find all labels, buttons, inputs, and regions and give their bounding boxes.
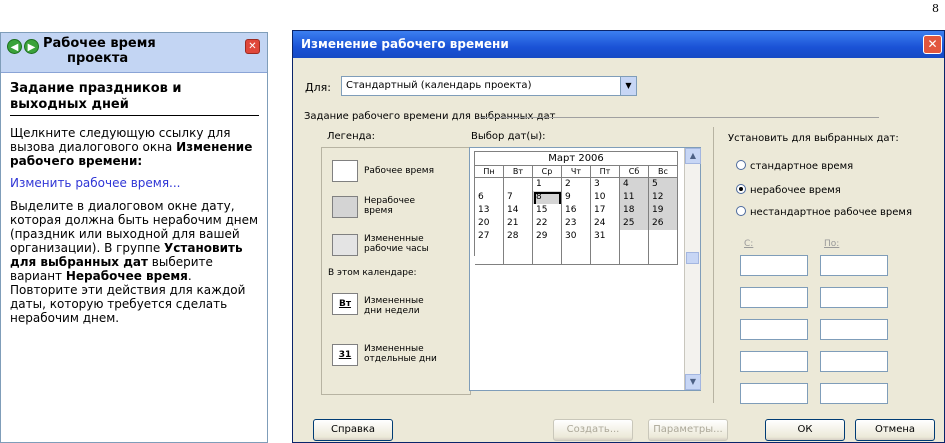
- calendar-empty-cell: [504, 243, 533, 265]
- weekday-header: Сб: [620, 165, 649, 178]
- radio-circle-selected[interactable]: [736, 184, 746, 194]
- weekday-header: Вт: [504, 165, 533, 178]
- to-time-field-1[interactable]: [820, 255, 888, 276]
- weekday-header: Пн: [475, 165, 504, 178]
- calendar-body: Март 2006 Пн Вт Ср Чт Пт Сб Вс 1 2 3 4 5 6 7 8 9 10 11 12 1…: [470, 148, 684, 390]
- radio-nonworking-time[interactable]: нерабочее время: [736, 184, 841, 196]
- radio-circle[interactable]: [736, 160, 746, 170]
- to-time-field-5[interactable]: [820, 383, 888, 404]
- from-time-field-4[interactable]: [740, 351, 808, 372]
- section-heading: Задание праздников и выходных дней: [10, 81, 259, 116]
- nondefault-hours-swatch: [332, 234, 358, 256]
- to-time-field-4[interactable]: [820, 351, 888, 372]
- cancel-button[interactable]: Отмена: [855, 419, 935, 441]
- calendar-empty-cell: [562, 243, 591, 265]
- from-time-field-3[interactable]: [740, 319, 808, 340]
- dialog-title: Изменение рабочего времени: [301, 37, 509, 51]
- task-pane-body: Задание праздников и выходных дней Щелкн…: [1, 73, 267, 325]
- back-arrow-icon[interactable]: ◀: [7, 39, 22, 54]
- group-divider: [479, 117, 879, 118]
- legend-working-text: Рабочее время: [364, 166, 435, 176]
- legend-nonworking-text: Нерабочее время: [364, 196, 415, 216]
- calendar-scrollbar[interactable]: ▲ ▼: [684, 148, 701, 390]
- working-time-swatch: [332, 160, 358, 182]
- to-label: По:: [824, 239, 840, 249]
- radio-circle[interactable]: [736, 206, 746, 216]
- options-button[interactable]: Параметры...: [648, 419, 728, 441]
- calendar-empty-cell: [533, 243, 562, 265]
- radio-nondefault-time[interactable]: нестандартное рабочее время: [736, 206, 912, 218]
- scroll-thumb[interactable]: [686, 252, 699, 264]
- nonworking-time-swatch: [332, 196, 358, 218]
- page-number: 8: [932, 2, 939, 15]
- from-time-field-1[interactable]: [740, 255, 808, 276]
- ok-button[interactable]: ОК: [765, 419, 845, 441]
- date-calendar: Март 2006 Пн Вт Ср Чт Пт Сб Вс 1 2 3 4 5 6 7 8 9 10 11 12 1…: [469, 147, 701, 391]
- dialog-titlebar[interactable]: Изменение рабочего времени ✕: [293, 31, 944, 58]
- task-pane-title: Рабочее время проекта: [43, 36, 156, 66]
- from-label: С:: [744, 239, 754, 249]
- weekday-header: Ср: [533, 165, 562, 178]
- to-time-field-3[interactable]: [820, 319, 888, 340]
- legend-day-text: Измененные отдельные дни: [364, 344, 437, 364]
- change-working-time-link[interactable]: Изменить рабочее время...: [10, 176, 259, 190]
- instruction-paragraph-2: Выделите в диалоговом окне дату, которая…: [10, 199, 259, 325]
- new-button[interactable]: Создать...: [553, 419, 633, 441]
- weekday-header: Чт: [562, 165, 591, 178]
- to-time-field-2[interactable]: [820, 287, 888, 308]
- legend-weekday-text: Измененные дни недели: [364, 296, 424, 316]
- calendar-grid: Пн Вт Ср Чт Пт Сб Вс 1 2 3 4 5 6 7 8 9 10 11 12 13 14 15 16 17 1…: [474, 165, 678, 265]
- scroll-up-icon[interactable]: ▲: [685, 148, 701, 164]
- select-dates-label: Выбор дат(ы):: [471, 131, 546, 142]
- calendar-select[interactable]: Стандартный (календарь проекта) ▼: [341, 76, 637, 96]
- for-label: Для:: [305, 81, 331, 94]
- task-pane: ◀ ▶ Рабочее время проекта ✕ Задание праз…: [0, 32, 268, 443]
- calendar-month-title: Март 2006: [474, 151, 678, 165]
- calendar-empty-cell: [475, 243, 504, 265]
- legend-box: Рабочее время Нерабочее время Измененные р…: [321, 147, 471, 395]
- calendar-empty-cell: [620, 243, 649, 265]
- help-button[interactable]: Справка: [313, 419, 393, 441]
- calendar-select-value: Стандартный (календарь проекта): [346, 80, 532, 91]
- chevron-down-icon[interactable]: ▼: [620, 77, 636, 95]
- from-time-field-5[interactable]: [740, 383, 808, 404]
- set-for-selected-label: Установить для выбранных дат:: [728, 133, 899, 144]
- from-time-field-2[interactable]: [740, 287, 808, 308]
- edited-weekday-swatch: Вт: [332, 293, 358, 315]
- instruction-paragraph-1: Щелкните следующую ссылку для вызова диа…: [10, 126, 253, 168]
- edited-day-swatch: 31: [332, 344, 358, 366]
- in-calendar-label: В этом календаре:: [328, 268, 417, 278]
- scroll-down-icon[interactable]: ▼: [685, 374, 701, 390]
- weekday-header: Вс: [649, 165, 678, 178]
- set-for-selected-group: Установить для выбранных дат: стандартно…: [713, 127, 939, 404]
- close-icon[interactable]: ✕: [245, 39, 260, 54]
- calendar-empty-cell: [649, 243, 678, 265]
- legend-nondefault-text: Измененные рабочие часы: [364, 234, 429, 254]
- legend-label: Легенда:: [327, 131, 376, 142]
- change-working-time-dialog: Изменение рабочего времени ✕ Для: Станда…: [292, 30, 945, 443]
- radio-default-time[interactable]: стандартное время: [736, 160, 853, 172]
- weekday-header: Пт: [591, 165, 620, 178]
- forward-arrow-icon[interactable]: ▶: [24, 39, 39, 54]
- calendar-empty-cell: [591, 243, 620, 265]
- close-icon[interactable]: ✕: [923, 35, 942, 54]
- task-pane-header: ◀ ▶ Рабочее время проекта ✕: [1, 33, 267, 73]
